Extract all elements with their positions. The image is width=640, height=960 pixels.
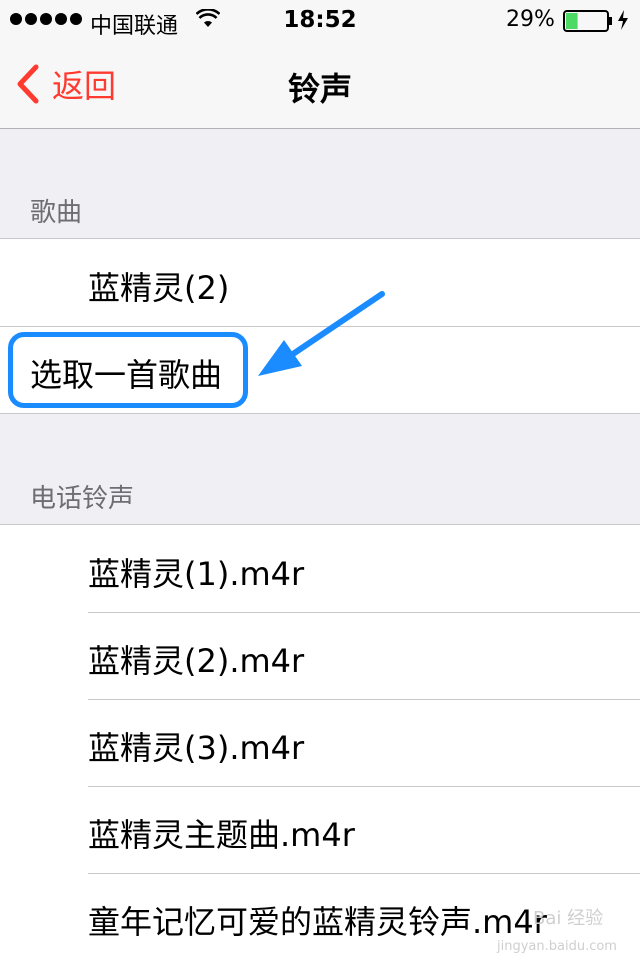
section-header-songs: 歌曲 (30, 198, 83, 228)
highlight-annotation (8, 332, 248, 408)
status-bar: 中国联通 18:52 29% (0, 0, 640, 40)
list-item-ringtone[interactable]: 蓝精灵主题曲.m4r (0, 786, 640, 873)
section-header-ringtones: 电话铃声 (30, 484, 135, 514)
list-item-label: 童年记忆可爱的蓝精灵铃声.m4r (88, 903, 547, 941)
battery-percent: 29% (506, 7, 555, 32)
list-item-label: 蓝精灵(3).m4r (88, 729, 305, 767)
watermark-logo: Bai 经验 jingyan.baidu.com (496, 908, 617, 954)
navigation-bar: 返回 铃声 (0, 40, 640, 129)
watermark-text: Bai 经验 (533, 908, 603, 929)
ringtones-group: 蓝精灵(1).m4r 蓝精灵(2).m4r 蓝精灵(3).m4r 蓝精灵主题曲.… (0, 524, 640, 960)
ringtone-screen: 中国联通 18:52 29% 返回 铃声 歌曲 蓝精灵(2) 选取一首歌曲 电话… (0, 0, 640, 960)
battery-icon (563, 10, 612, 32)
charging-bolt-icon (618, 10, 628, 30)
list-item-label: 蓝精灵(1).m4r (88, 555, 305, 593)
page-title: 铃声 (287, 70, 352, 108)
watermark-subtext: jingyan.baidu.com (496, 939, 617, 954)
list-item-ringtone[interactable]: 蓝精灵(3).m4r (0, 699, 640, 786)
list-item-label: 蓝精灵主题曲.m4r (88, 816, 355, 854)
list-item-label: 蓝精灵(2).m4r (88, 642, 305, 680)
list-item-ringtone[interactable]: 蓝精灵(1).m4r (0, 525, 640, 612)
arrow-annotation-icon (258, 291, 385, 376)
list-item-ringtone[interactable]: 蓝精灵(2).m4r (0, 612, 640, 699)
list-item-label: 蓝精灵(2) (88, 269, 230, 307)
